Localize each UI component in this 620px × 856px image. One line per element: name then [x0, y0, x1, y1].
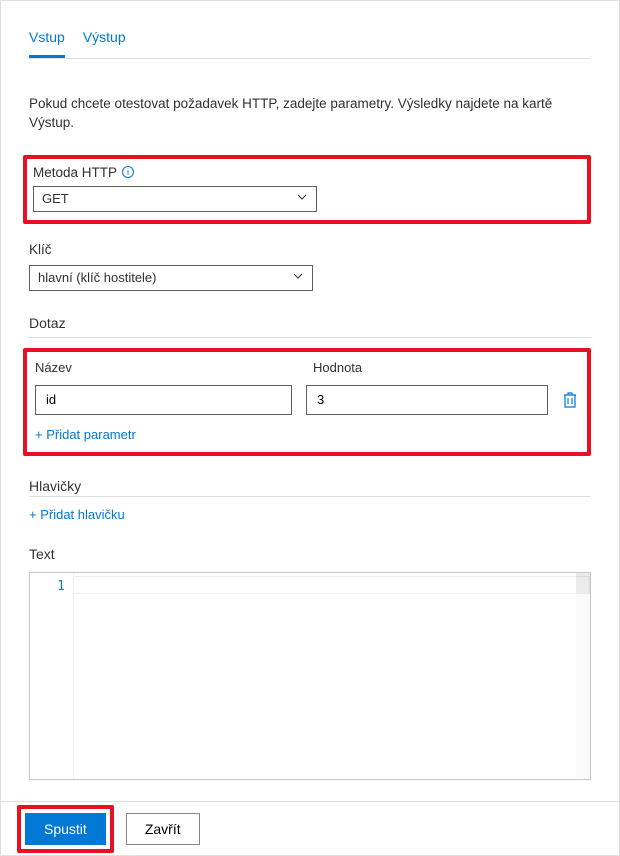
headers-title: Hlavičky	[29, 478, 591, 494]
editor-current-line	[74, 576, 590, 594]
body-title: Text	[29, 546, 591, 562]
query-name-input[interactable]	[35, 385, 292, 415]
run-button-highlight: Spustit	[17, 805, 114, 853]
query-value-header: Hodnota	[313, 360, 362, 375]
editor-scroll-thumb[interactable]	[576, 573, 590, 593]
footer: Spustit Zavřít	[1, 801, 619, 855]
tab-input[interactable]: Vstup	[29, 29, 65, 58]
close-button[interactable]: Zavřít	[126, 813, 200, 845]
delete-param-button[interactable]	[562, 391, 579, 409]
query-value-input[interactable]	[306, 385, 547, 415]
add-parameter-link[interactable]: + Přidat parametr	[35, 427, 136, 442]
http-method-highlight: Metoda HTTP i GET	[23, 155, 591, 224]
intro-text: Pokud chcete otestovat požadavek HTTP, z…	[29, 95, 591, 133]
divider	[29, 337, 591, 338]
body-editor[interactable]: 1	[29, 572, 591, 780]
key-value: hlavní (klíč hostitele)	[38, 270, 157, 285]
editor-gutter: 1	[30, 573, 74, 779]
key-select[interactable]: hlavní (klíč hostitele)	[29, 265, 313, 291]
query-highlight: Název Hodnota + Přidat parametr	[23, 348, 591, 456]
query-title: Dotaz	[29, 315, 591, 331]
query-name-header: Název	[35, 360, 299, 375]
add-header-link[interactable]: + Přidat hlavičku	[29, 507, 125, 522]
chevron-down-icon	[292, 270, 304, 285]
editor-textarea[interactable]	[74, 573, 590, 779]
editor-scrollbar[interactable]	[576, 573, 590, 779]
key-label: Klíč	[29, 242, 591, 257]
http-method-label-text: Metoda HTTP	[33, 165, 117, 180]
divider	[29, 496, 591, 497]
run-button[interactable]: Spustit	[25, 813, 106, 845]
tab-output[interactable]: Výstup	[83, 29, 126, 58]
line-number: 1	[30, 579, 65, 594]
http-method-label: Metoda HTTP i	[33, 165, 577, 180]
chevron-down-icon	[296, 191, 308, 206]
http-method-value: GET	[42, 191, 69, 206]
info-icon[interactable]: i	[122, 166, 134, 178]
http-method-select[interactable]: GET	[33, 186, 317, 212]
query-row	[35, 385, 579, 415]
